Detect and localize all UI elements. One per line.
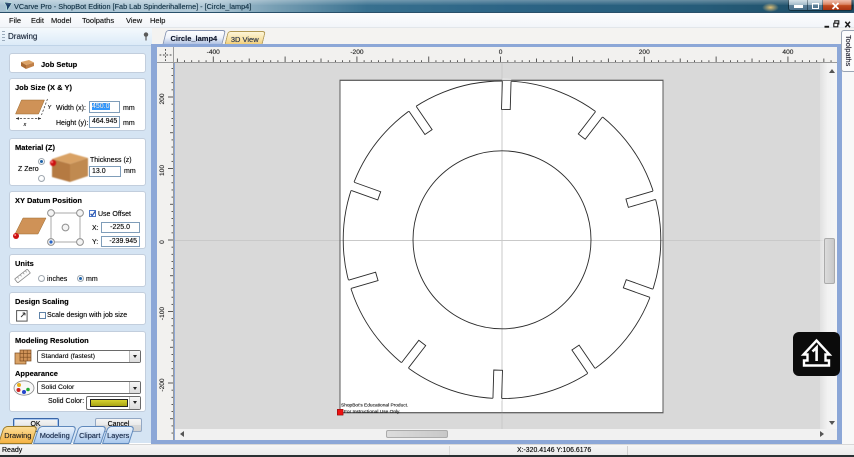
svg-text:Y: Y [48, 105, 52, 111]
svg-text:ShopBot's Educational Product.: ShopBot's Educational Product. [341, 403, 408, 409]
svg-text:-100: -100 [159, 307, 166, 321]
svg-text:200: 200 [159, 93, 166, 104]
svg-text:For Instructional Use Only.: For Instructional Use Only. [344, 409, 400, 415]
svg-text:-400: -400 [207, 49, 221, 56]
svg-text:0: 0 [159, 240, 166, 244]
svg-text:100: 100 [159, 165, 166, 176]
svg-text:200: 200 [639, 49, 650, 56]
svg-text:400: 400 [782, 49, 793, 56]
svg-text:0: 0 [499, 49, 503, 56]
svg-text:x: x [23, 122, 27, 128]
svg-text:-200: -200 [350, 49, 364, 56]
svg-text:-200: -200 [159, 378, 166, 392]
